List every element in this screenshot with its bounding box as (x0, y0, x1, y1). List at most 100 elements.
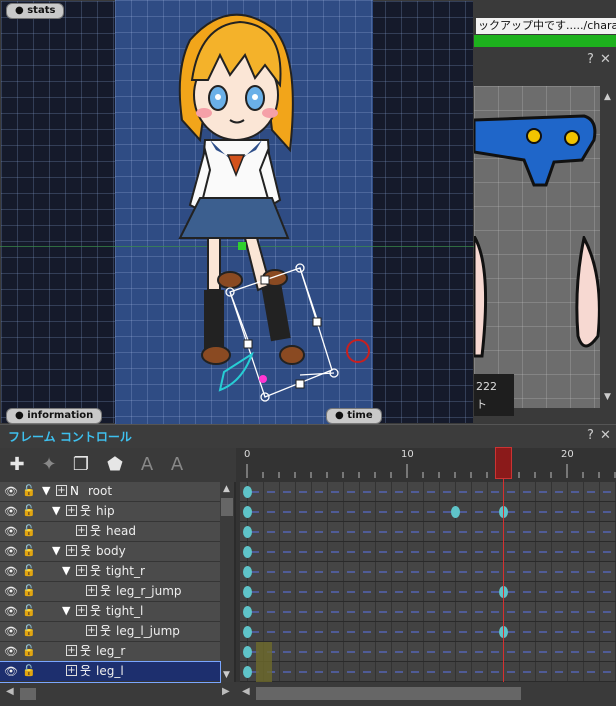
frame-cell[interactable] (439, 582, 440, 601)
frame-cell[interactable] (279, 522, 280, 541)
frame-cell[interactable] (311, 622, 312, 641)
frame-cell[interactable] (423, 662, 424, 681)
frame-cell[interactable] (599, 622, 600, 641)
frame-cell[interactable] (423, 622, 424, 641)
layer-row-head[interactable]: 👁 🔓 + 웃 head (0, 522, 220, 542)
collapse-triangle-icon[interactable]: ▼ (42, 484, 50, 498)
frame-cell[interactable] (583, 662, 584, 681)
frame-cell[interactable] (599, 542, 600, 561)
frame-cell[interactable] (599, 522, 600, 541)
list-scroll-down-icon[interactable]: ▼ (223, 670, 230, 680)
frame-cell[interactable] (423, 602, 424, 621)
frame-cell[interactable] (583, 602, 584, 621)
frame-cell[interactable] (423, 542, 424, 561)
frame-cell[interactable] (327, 522, 328, 541)
list-scroll-up-icon[interactable]: ▲ (223, 484, 230, 494)
layer-row-body[interactable]: 👁 🔓 ▼ + 웃 body (0, 542, 220, 562)
collapse-triangle-icon[interactable]: ▼ (52, 544, 60, 558)
frame-cell[interactable] (471, 542, 472, 561)
frame-cell[interactable] (455, 482, 456, 501)
frame-cell[interactable] (519, 522, 520, 541)
frame-cell[interactable] (343, 642, 344, 661)
frame-cell[interactable] (407, 662, 408, 681)
frame-cell[interactable] (295, 562, 296, 581)
frame-cell[interactable] (519, 482, 520, 501)
frame-cell[interactable] (327, 662, 328, 681)
lock-icon[interactable]: 🔓 (22, 664, 36, 678)
frame-cell[interactable] (551, 602, 552, 621)
frame-cell[interactable] (551, 662, 552, 681)
frame-cell[interactable] (359, 642, 360, 661)
frame-cell[interactable] (391, 522, 392, 541)
frame-cell[interactable] (407, 502, 408, 521)
frame-cell[interactable] (279, 622, 280, 641)
frame-cell[interactable] (455, 542, 456, 561)
frame-cell[interactable] (391, 622, 392, 641)
frame-cell[interactable] (519, 582, 520, 601)
frame-cell[interactable] (567, 502, 568, 521)
frame-cell[interactable] (263, 562, 264, 581)
bone-rig-overlay[interactable] (200, 240, 380, 410)
frame-cell[interactable] (439, 642, 440, 661)
frame-cell[interactable] (263, 502, 264, 521)
frame-cell[interactable] (295, 582, 296, 601)
frame-cell[interactable] (551, 522, 552, 541)
frame-cell[interactable] (343, 622, 344, 641)
frame-cell[interactable] (487, 502, 488, 521)
frame-cell[interactable] (311, 662, 312, 681)
lock-icon[interactable]: 🔓 (22, 484, 36, 498)
frame-cell[interactable] (471, 482, 472, 501)
frame-cell[interactable] (423, 522, 424, 541)
frame-cell[interactable] (279, 642, 280, 661)
layer-row-leg_r[interactable]: 👁 🔓 + 웃 leg_r (0, 642, 220, 662)
frame-cell[interactable] (391, 642, 392, 661)
frame-cell[interactable] (455, 522, 456, 541)
lock-icon[interactable]: 🔓 (22, 644, 36, 658)
frame-cell[interactable] (551, 642, 552, 661)
information-tab[interactable]: ● information (6, 408, 103, 424)
keyframe-marker[interactable] (243, 606, 252, 618)
frame-cell[interactable] (487, 522, 488, 541)
frame-cell[interactable] (311, 502, 312, 521)
frame-cell[interactable] (567, 542, 568, 561)
frame-cell[interactable] (375, 482, 376, 501)
frame-cell[interactable] (327, 482, 328, 501)
eye-icon[interactable]: 👁 (4, 505, 18, 518)
eye-icon[interactable]: 👁 (4, 605, 18, 618)
frame-cell[interactable] (423, 562, 424, 581)
frame-cell[interactable] (519, 562, 520, 581)
frame-cell[interactable] (567, 662, 568, 681)
frame-cell[interactable] (327, 582, 328, 601)
frame-cell[interactable] (455, 642, 456, 661)
shield-icon[interactable]: ⬟ (104, 454, 126, 476)
frame-cell[interactable] (263, 522, 264, 541)
frame-cell[interactable] (359, 482, 360, 501)
text-a-rotate-icon[interactable]: A (166, 454, 188, 476)
layer-row-tight_r[interactable]: 👁 🔓 ▼ + 웃 tight_r (0, 562, 220, 582)
layer-list-vscroll[interactable]: ▲ ▼ (220, 482, 234, 682)
frame-cell[interactable] (311, 482, 312, 501)
frame-cell[interactable] (599, 662, 600, 681)
frame-cell[interactable] (423, 582, 424, 601)
frame-cell[interactable] (455, 602, 456, 621)
frame-cell[interactable] (311, 562, 312, 581)
frame-cell[interactable] (567, 602, 568, 621)
frame-cell[interactable] (535, 622, 536, 641)
frame-cell[interactable] (327, 602, 328, 621)
frame-cell[interactable] (343, 662, 344, 681)
frame-cell[interactable] (423, 642, 424, 661)
scroll-up-icon[interactable]: ▲ (604, 92, 611, 102)
frame-cell[interactable] (279, 502, 280, 521)
frame-cell[interactable] (551, 542, 552, 561)
frame-cell[interactable] (343, 562, 344, 581)
frame-cell[interactable] (327, 622, 328, 641)
frame-cell[interactable] (391, 562, 392, 581)
frame-cell[interactable] (439, 522, 440, 541)
frame-cell[interactable] (343, 482, 344, 501)
preview-vscroll[interactable]: ▲ ▼ (600, 88, 616, 406)
frame-cell[interactable] (327, 542, 328, 561)
frame-cell[interactable] (263, 542, 264, 561)
eye-icon[interactable]: 👁 (4, 485, 18, 498)
frame-cell[interactable] (583, 502, 584, 521)
frame-close-icon[interactable]: ✕ (600, 428, 611, 443)
